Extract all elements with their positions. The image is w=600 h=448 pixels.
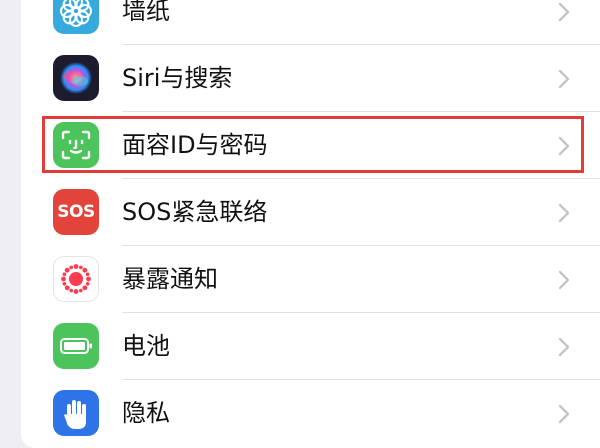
settings-row-wallpaper[interactable]: 墙纸 [21, 0, 600, 45]
settings-row-label: 隐私 [122, 399, 170, 427]
exposure-notification-icon [53, 256, 99, 302]
settings-row-label: Siri与搜索 [122, 64, 233, 92]
face-id-icon [53, 122, 99, 168]
settings-list: 墙纸 Siri与搜索 面容ID与密码 SOS SOS紧急联络 暴露通知 电池 隐… [21, 0, 600, 448]
settings-row-exposure-notifications[interactable]: 暴露通知 [21, 246, 600, 313]
settings-row-label: 电池 [122, 332, 170, 360]
sos-icon: SOS [53, 189, 99, 235]
settings-row-label: 暴露通知 [122, 265, 218, 293]
chevron-right-icon [558, 270, 570, 290]
wallpaper-flower-icon [53, 0, 99, 34]
chevron-right-icon [558, 404, 570, 424]
chevron-right-icon [558, 203, 570, 223]
chevron-right-icon [558, 337, 570, 357]
settings-row-privacy[interactable]: 隐私 [21, 380, 600, 447]
chevron-right-icon [558, 2, 570, 22]
privacy-hand-icon [53, 390, 99, 436]
battery-icon [53, 323, 99, 369]
settings-row-battery[interactable]: 电池 [21, 313, 600, 380]
settings-row-siri[interactable]: Siri与搜索 [21, 45, 600, 112]
chevron-right-icon [558, 136, 570, 156]
chevron-right-icon [558, 69, 570, 89]
settings-row-label: 墙纸 [122, 0, 170, 25]
settings-row-sos[interactable]: SOS SOS紧急联络 [21, 179, 600, 246]
settings-row-label: SOS紧急联络 [122, 198, 268, 226]
siri-icon [53, 55, 99, 101]
settings-row-label: 面容ID与密码 [122, 131, 268, 159]
sos-icon-text: SOS [57, 202, 95, 222]
settings-row-face-id[interactable]: 面容ID与密码 [21, 112, 600, 179]
